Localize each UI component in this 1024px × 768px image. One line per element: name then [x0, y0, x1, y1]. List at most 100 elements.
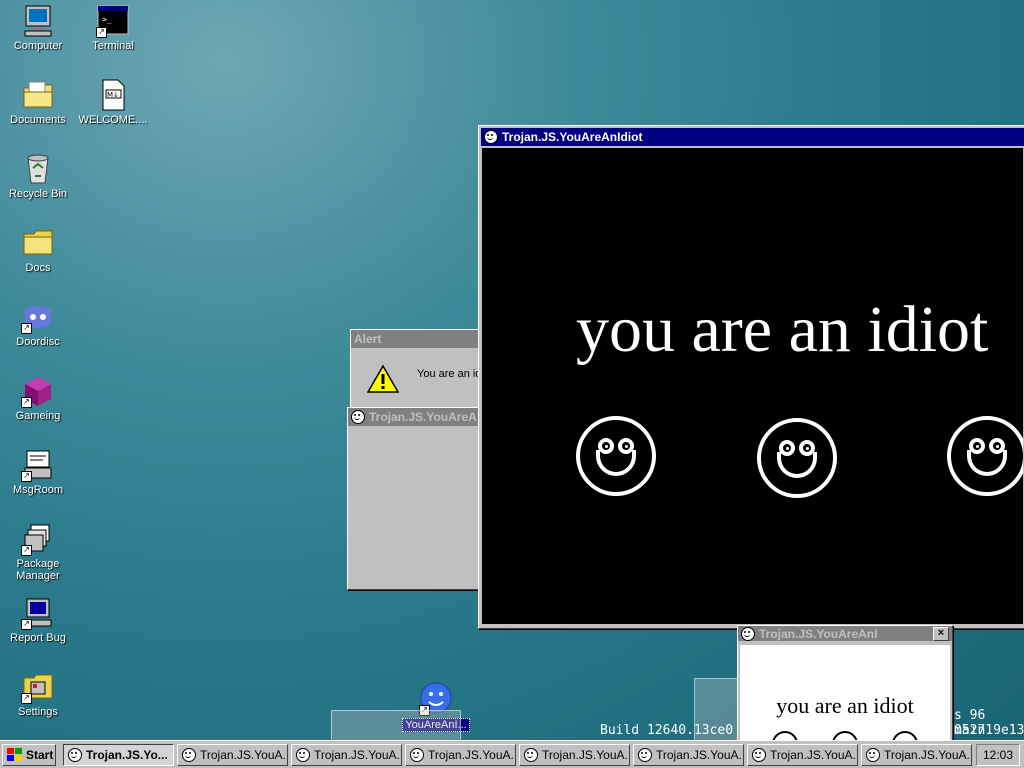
window-title: Trojan.JS.YouAreAnIdiot — [502, 130, 643, 144]
report-bug-icon: ↗ — [21, 596, 55, 630]
desktop-icon-settings[interactable]: ↗ Settings — [0, 670, 76, 718]
trojan-window-main[interactable]: Trojan.JS.YouAreAnIdiot you are an idiot — [478, 125, 1024, 629]
ghost-window-fragment — [331, 710, 461, 742]
smiley-face-icon — [757, 418, 837, 498]
alert-window[interactable]: Alert You are an id — [350, 329, 492, 411]
desktop-icon-label: Gameing — [15, 410, 61, 422]
window-title: Trojan.JS.YouAreAnI — [759, 626, 878, 641]
trojan-content: you are an idiot — [482, 148, 1023, 624]
taskbar-button[interactable]: Trojan.JS.Yo... — [63, 744, 174, 766]
smiley-icon — [752, 748, 766, 762]
shortcut-arrow-icon: ↗ — [21, 619, 32, 630]
idiot-text: you are an idiot — [776, 693, 914, 718]
package-manager-icon: ↗ — [21, 522, 55, 556]
taskbar: Start Trojan.JS.Yo... Trojan.JS.YouA... … — [0, 740, 1024, 768]
shortcut-arrow-icon: ↗ — [21, 545, 32, 556]
taskbar-button-label: Trojan.JS.Yo... — [86, 748, 168, 762]
shortcut-arrow-icon: ↗ — [21, 471, 32, 482]
clock-text: 12:03 — [982, 748, 1014, 762]
recycle-bin-icon — [21, 152, 55, 186]
desktop-icon-welcome[interactable]: M↓ WELCOME.... — [75, 78, 151, 126]
folder-icon — [21, 226, 55, 260]
taskbar-button-label: Trojan.JS.YouA... — [428, 748, 516, 762]
desktop-icon-package-manager[interactable]: ↗ Package Manager — [0, 522, 76, 582]
taskbar-button[interactable]: Trojan.JS.YouA... — [519, 744, 630, 766]
smiley-icon — [410, 748, 424, 762]
trojan-window-small[interactable]: Trojan.JS.YouAreAnI × you are an idiot — [737, 625, 953, 741]
shortcut-arrow-icon: ↗ — [21, 323, 32, 334]
taskbar-button-label: Trojan.JS.YouA... — [200, 748, 288, 762]
alert-titlebar[interactable]: Alert — [351, 330, 491, 348]
taskbar-button[interactable]: Trojan.JS.YouA... — [747, 744, 858, 766]
taskbar-button-label: Trojan.JS.YouA... — [884, 748, 972, 762]
cube-icon: ↗ — [21, 374, 55, 408]
taskbar-button[interactable]: Trojan.JS.YouA... — [633, 744, 744, 766]
desktop-icon-computer[interactable]: Computer — [0, 4, 76, 52]
desktop-icon-label: Doordisc — [16, 336, 60, 348]
desktop-icon-doordisc[interactable]: ↗ Doordisc — [0, 300, 76, 348]
desktop-icon-label: Report Bug — [10, 632, 66, 644]
smiley-icon — [741, 626, 755, 641]
smiley-icon — [524, 748, 538, 762]
smiley-face-icon — [947, 416, 1023, 496]
desktop-icon-msgroom[interactable]: ↗ MsgRoom — [0, 448, 76, 496]
smiley-icon — [484, 130, 498, 144]
windows-logo-icon — [7, 748, 23, 762]
desktop-icon-label: Settings — [18, 706, 58, 718]
desktop-icon-report-bug[interactable]: ↗ Report Bug — [0, 596, 76, 644]
warning-icon — [366, 364, 400, 397]
shortcut-arrow-icon: ↗ — [96, 27, 107, 38]
system-tray-clock[interactable]: 12:03 — [976, 744, 1020, 766]
taskbar-button-label: Trojan.JS.YouA... — [542, 748, 630, 762]
smiley-icon — [638, 748, 652, 762]
close-icon: × — [937, 626, 945, 639]
desktop-icon-gameing[interactable]: ↗ Gameing — [0, 374, 76, 422]
smiley-icon — [68, 748, 82, 762]
idiot-text: you are an idiot — [576, 293, 989, 366]
start-button[interactable]: Start — [2, 744, 56, 766]
desktop-icon-label: Documents — [10, 114, 66, 126]
settings-icon: ↗ — [21, 670, 55, 704]
trojan-window-titlebar[interactable]: Trojan.JS.YouAreAnIdiot — [481, 128, 1024, 146]
taskbar-button-label: Trojan.JS.YouA... — [314, 748, 402, 762]
trojan-window-titlebar[interactable]: Trojan.JS.YouAreAnI × — [738, 626, 952, 641]
desktop-icon-docs[interactable]: Docs — [0, 226, 76, 274]
desktop-icon-label: MsgRoom — [12, 484, 64, 496]
trojan-window-inactive[interactable]: Trojan.JS.YouAreA — [347, 407, 489, 590]
desktop-icon-label: Package Manager — [16, 558, 60, 582]
desktop-icon-label: Terminal — [92, 40, 134, 52]
taskbar-button-label: Trojan.JS.YouA... — [656, 748, 744, 762]
alert-title: Alert — [354, 332, 382, 346]
svg-text:M↓: M↓ — [107, 91, 119, 99]
smiley-face-icon — [576, 416, 656, 496]
terminal-icon: >_ ↗ — [96, 4, 130, 38]
close-button[interactable]: × — [933, 626, 949, 641]
shortcut-arrow-icon: ↗ — [21, 693, 32, 704]
smiley-icon — [296, 748, 310, 762]
window-title: Trojan.JS.YouAreA — [369, 410, 477, 424]
shortcut-arrow-icon: ↗ — [21, 397, 32, 408]
taskbar-button-label: Trojan.JS.YouA... — [770, 748, 858, 762]
desktop-icon-label: Docs — [25, 262, 51, 274]
build-info-text: 052719e13 — [954, 723, 1024, 738]
desktop-icon-documents[interactable]: Documents — [0, 78, 76, 126]
desktop-icon-label: WELCOME.... — [78, 114, 148, 126]
trojan-window-titlebar[interactable]: Trojan.JS.YouAreA — [348, 408, 488, 426]
svg-text:>_: >_ — [102, 15, 112, 24]
markdown-file-icon: M↓ — [96, 78, 130, 112]
alert-message: You are an id — [417, 368, 482, 380]
desktop-icon-label: Recycle Bin — [8, 188, 68, 200]
computer-icon — [21, 4, 55, 38]
start-label: Start — [26, 748, 54, 762]
taskbar-button[interactable]: Trojan.JS.YouA... — [861, 744, 972, 766]
desktop-icon-label: Computer — [13, 40, 63, 52]
taskbar-button[interactable]: Trojan.JS.YouA... — [405, 744, 516, 766]
taskbar-button[interactable]: Trojan.JS.YouA... — [177, 744, 288, 766]
taskbar-button[interactable]: Trojan.JS.YouA... — [291, 744, 402, 766]
desktop-icon-recycle-bin[interactable]: Recycle Bin — [0, 152, 76, 200]
trojan-content: you are an idiot — [740, 645, 950, 740]
smiley-icon — [351, 410, 365, 424]
smiley-icon — [866, 748, 880, 762]
build-info-text: Build 12640.13ce0 — [600, 723, 734, 738]
desktop-icon-terminal[interactable]: >_ ↗ Terminal — [75, 4, 151, 52]
